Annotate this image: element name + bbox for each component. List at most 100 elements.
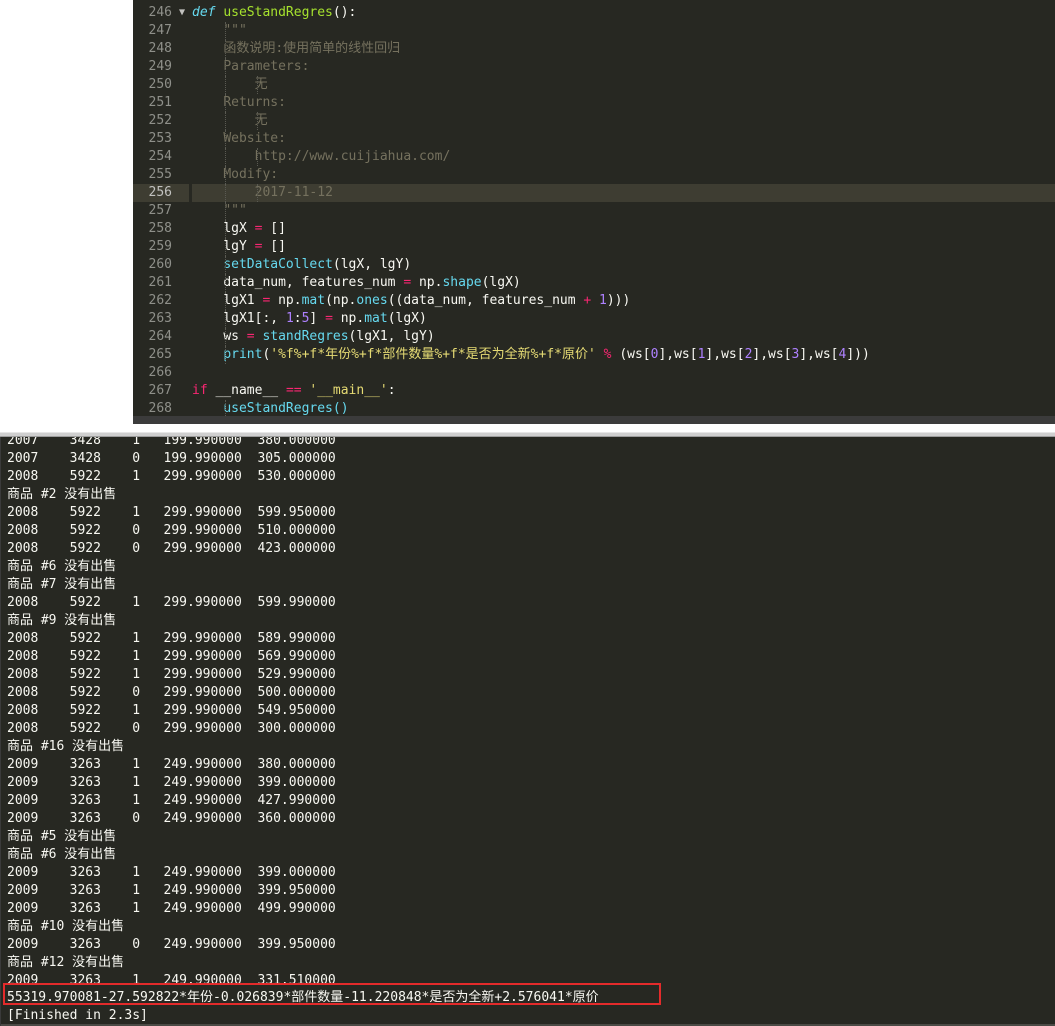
line-number: 251 xyxy=(148,95,172,110)
output-line: 2009 3263 1 249.990000 499.990000 xyxy=(7,901,336,916)
code-text: ] xyxy=(309,311,318,326)
output-line: 2008 5922 1 299.990000 529.990000 xyxy=(7,667,336,682)
output-line: 2007 3428 0 199.990000 305.000000 xyxy=(7,451,336,466)
output-line: 2009 3263 1 249.990000 427.990000 xyxy=(7,793,336,808)
code-text: (lgX) xyxy=(481,275,521,290)
line-number: 259 xyxy=(148,239,172,254)
line-number: 257 xyxy=(148,203,172,218)
code-line[interactable]: Returns: xyxy=(192,94,1055,112)
code-line[interactable]: """ xyxy=(192,202,1055,220)
code-text: data_num, features_num xyxy=(223,275,396,290)
code-line[interactable]: """ xyxy=(192,22,1055,40)
indent-guide xyxy=(225,148,226,166)
code-line[interactable]: lgX = [] xyxy=(192,220,1055,238)
indent-guide xyxy=(225,292,226,310)
code-area[interactable]: def useStandRegres(): """ 函数说明:使用简单的线性回归… xyxy=(192,4,1055,418)
operator: = xyxy=(254,221,263,236)
function-call: standRegres xyxy=(262,329,349,344)
code-text: lgX1 xyxy=(223,293,255,308)
code-line[interactable]: lgX1[:, 1:5] = np.mat(lgX) xyxy=(192,310,1055,328)
function-call: shape xyxy=(442,275,482,290)
function-call: mat xyxy=(364,311,388,326)
output-line: 2008 5922 1 299.990000 549.950000 xyxy=(7,703,336,718)
output-line: 2008 5922 0 299.990000 300.000000 xyxy=(7,721,336,736)
operator: = xyxy=(254,239,263,254)
indent-guide xyxy=(225,328,226,346)
docstring: 2017-11-12 xyxy=(254,185,333,200)
output-line: 商品 #16 没有出售 xyxy=(7,739,125,754)
output-line: 商品 #6 没有出售 xyxy=(7,559,117,574)
code-text: np. xyxy=(418,275,443,290)
line-number: 252 xyxy=(148,113,172,128)
code-line[interactable]: http://www.cuijiahua.com/ xyxy=(192,148,1055,166)
indent-guide xyxy=(225,346,226,364)
indent-guide xyxy=(225,256,226,274)
output-line: 2008 5922 0 299.990000 510.000000 xyxy=(7,523,336,538)
indent-guide xyxy=(257,76,258,94)
line-number: 263 xyxy=(148,311,172,326)
indent-guide xyxy=(225,274,226,292)
output-line: 2009 3263 1 249.990000 380.000000 xyxy=(7,757,336,772)
code-line[interactable]: Website: xyxy=(192,130,1055,148)
code-text: ))) xyxy=(606,293,631,308)
indent-guide xyxy=(225,130,226,148)
docstring: Parameters: xyxy=(223,59,310,74)
code-text: ],ws[ xyxy=(658,347,698,362)
output-line: 商品 #12 没有出售 xyxy=(7,955,125,970)
code-line[interactable]: lgX1 = np.mat(np.ones((data_num, feature… xyxy=(192,292,1055,310)
code-text: : xyxy=(293,311,302,326)
code-line[interactable]: if __name__ == '__main__': xyxy=(192,382,1055,400)
code-editor[interactable]: 246 ▼ 247 248 249 250 251 252 253 254 255… xyxy=(133,0,1055,424)
line-number: 247 xyxy=(148,23,172,38)
code-line[interactable]: print('%f%+f*年份%+f*部件数量%+f*是否为全新%+f*原价' … xyxy=(192,346,1055,364)
output-line: 商品 #7 没有出售 xyxy=(7,577,117,592)
build-output-panel[interactable]: 2007 3428 1 199.990000 380.000000 2007 3… xyxy=(0,437,1055,1026)
output-line: 2008 5922 1 299.990000 599.990000 xyxy=(7,595,336,610)
code-line[interactable] xyxy=(192,364,1055,382)
code-line[interactable]: def useStandRegres(): xyxy=(192,4,1055,22)
code-line[interactable]: 无 xyxy=(192,76,1055,94)
code-text: (): xyxy=(332,5,357,20)
string-literal: '%f%+f*年份%+f*部件数量%+f*是否为全新%+f*原价' xyxy=(270,347,596,362)
current-line-number: 256 xyxy=(133,184,189,202)
code-line[interactable]: Modify: xyxy=(192,166,1055,184)
code-text: np. xyxy=(278,293,302,308)
fold-arrow-icon[interactable]: ▼ xyxy=(176,4,188,22)
code-line[interactable]: 无 xyxy=(192,112,1055,130)
output-line: 2008 5922 1 299.990000 530.000000 xyxy=(7,469,336,484)
indent-guide xyxy=(225,166,226,184)
output-line: 2008 5922 0 299.990000 500.000000 xyxy=(7,685,336,700)
docstring: """ xyxy=(223,23,247,38)
code-line[interactable]: ws = standRegres(lgX1, lgY) xyxy=(192,328,1055,346)
code-text: ],ws[ xyxy=(752,347,792,362)
output-line: 2009 3263 0 249.990000 399.950000 xyxy=(7,937,336,952)
line-number: 266 xyxy=(148,365,172,380)
current-code-line[interactable]: 2017-11-12 xyxy=(192,184,1055,202)
editor-horizontal-scrollbar[interactable] xyxy=(133,416,1055,424)
indent-guide xyxy=(225,76,226,94)
output-line: 商品 #6 没有出售 xyxy=(7,847,117,862)
code-line[interactable]: lgY = [] xyxy=(192,238,1055,256)
code-line[interactable]: 函数说明:使用简单的线性回归 xyxy=(192,40,1055,58)
string-literal: '__main__' xyxy=(309,383,388,398)
code-line[interactable]: Parameters: xyxy=(192,58,1055,76)
indent-guide xyxy=(225,202,226,220)
number: 1 xyxy=(599,293,607,308)
keyword: if xyxy=(192,383,208,398)
docstring: 函数说明:使用简单的线性回归 xyxy=(223,41,401,56)
indent-guide xyxy=(225,184,226,202)
function-name: useStandRegres xyxy=(223,5,333,20)
line-number: 255 xyxy=(148,167,172,182)
code-line[interactable]: data_num, features_num = np.shape(lgX) xyxy=(192,274,1055,292)
line-number: 262 xyxy=(148,293,172,308)
indent-guide xyxy=(225,22,226,40)
code-text: np. xyxy=(340,311,365,326)
code-text: (lgX1, lgY) xyxy=(348,329,435,344)
function-call: ones xyxy=(356,293,388,308)
code-text: ],ws[ xyxy=(799,347,839,362)
function-call: print xyxy=(223,347,263,362)
line-number: 258 xyxy=(148,221,172,236)
code-line[interactable]: setDataCollect(lgX, lgY) xyxy=(192,256,1055,274)
code-text: (ws[ xyxy=(619,347,651,362)
output-line: 2009 3263 1 249.990000 399.000000 xyxy=(7,865,336,880)
